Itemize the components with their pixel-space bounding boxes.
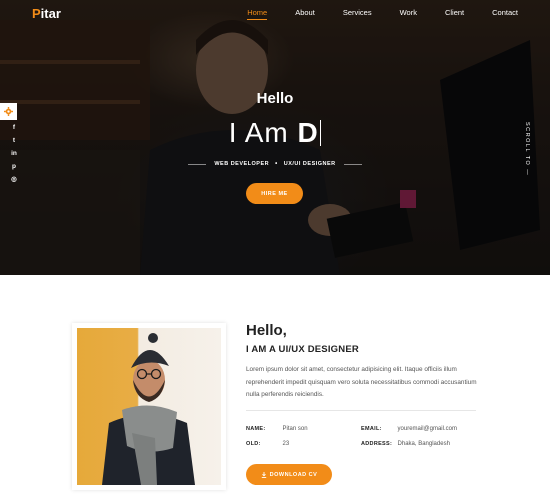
nav-home[interactable]: Home bbox=[247, 8, 268, 20]
info-old: OLD: 23 bbox=[246, 441, 289, 447]
linkedin-icon[interactable]: in bbox=[10, 150, 18, 158]
pinterest-icon[interactable]: p bbox=[10, 163, 18, 171]
divider-line-right bbox=[343, 163, 362, 165]
profile-photo-illustration bbox=[102, 333, 195, 485]
typing-cursor bbox=[319, 120, 322, 146]
info-name-value: Pitan son bbox=[282, 426, 308, 432]
hero-typed-text: D bbox=[297, 117, 319, 148]
nav-client[interactable]: Client bbox=[445, 8, 464, 20]
role-separator: • bbox=[275, 161, 278, 167]
site-logo[interactable]: Pitar bbox=[32, 6, 61, 21]
hero-greeting: Hello bbox=[256, 90, 294, 107]
info-name-label: NAME: bbox=[246, 426, 266, 432]
nav-services[interactable]: Services bbox=[343, 8, 372, 20]
hero-typed-heading: I Am D bbox=[0, 117, 550, 149]
settings-toggle[interactable] bbox=[0, 103, 17, 120]
nav-work[interactable]: Work bbox=[400, 8, 417, 20]
social-links: f t in p ◎ bbox=[10, 124, 18, 184]
info-address-value: Dhaka, Bangladesh bbox=[397, 441, 450, 447]
download-cv-button[interactable]: DOWNLOAD CV bbox=[246, 464, 332, 485]
nav-contact[interactable]: Contact bbox=[492, 8, 518, 20]
info-address: ADDRESS: Dhaka, Bangladesh bbox=[361, 441, 450, 447]
info-old-label: OLD: bbox=[246, 441, 261, 447]
facebook-icon[interactable]: f bbox=[10, 124, 18, 132]
about-heading: Hello, bbox=[246, 322, 287, 339]
instagram-icon[interactable]: ◎ bbox=[10, 176, 18, 184]
twitter-icon[interactable]: t bbox=[10, 137, 18, 145]
divider-line-left bbox=[188, 163, 207, 165]
download-cv-label: DOWNLOAD CV bbox=[269, 471, 318, 478]
info-address-label: ADDRESS: bbox=[361, 441, 393, 447]
role-web-developer: WEB DEVELOPER bbox=[214, 161, 270, 167]
about-divider bbox=[246, 410, 476, 411]
info-old-value: 23 bbox=[282, 441, 290, 447]
scroll-to-link[interactable]: SCROLL TO — bbox=[524, 122, 530, 176]
info-email-label: EMAIL: bbox=[361, 426, 382, 432]
role-uxui-designer: UX/UI DESIGNER bbox=[283, 161, 336, 167]
info-email: EMAIL: youremail@gmail.com bbox=[361, 426, 457, 432]
gear-icon bbox=[4, 107, 13, 116]
info-email-value: youremail@gmail.com bbox=[397, 426, 457, 432]
nav-about[interactable]: About bbox=[295, 8, 315, 20]
hero-roles: WEB DEVELOPER • UX/UI DESIGNER bbox=[0, 161, 550, 167]
profile-photo bbox=[77, 328, 221, 485]
hero-iam-prefix: I Am bbox=[228, 117, 298, 148]
info-name: NAME: Pitan son bbox=[246, 426, 308, 432]
about-role: I AM A UI/UX DESIGNER bbox=[246, 344, 359, 355]
profile-photo-frame bbox=[72, 323, 226, 490]
about-description: Lorem ipsum dolor sit amet, consectetur … bbox=[246, 366, 477, 398]
download-icon bbox=[261, 471, 266, 478]
main-nav: Home About Services Work Client Contact bbox=[219, 8, 518, 20]
hire-me-button[interactable]: HIRE ME bbox=[246, 183, 303, 204]
